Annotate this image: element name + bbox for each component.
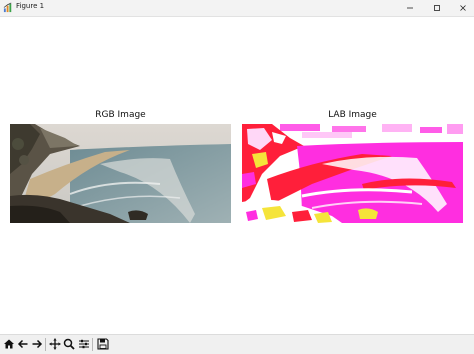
configure-subplots-button[interactable] bbox=[77, 336, 91, 352]
toolbar-separator bbox=[45, 338, 46, 351]
home-button[interactable] bbox=[2, 336, 16, 352]
window-title-bar[interactable]: Figure 1 bbox=[0, 0, 474, 17]
zoom-button[interactable] bbox=[62, 336, 76, 352]
lab-image bbox=[242, 124, 463, 223]
minimize-icon bbox=[407, 7, 413, 9]
rgb-image bbox=[10, 124, 231, 223]
home-icon bbox=[4, 339, 14, 349]
pan-button[interactable] bbox=[48, 336, 62, 352]
forward-button[interactable] bbox=[30, 336, 44, 352]
maximize-button[interactable] bbox=[426, 0, 448, 16]
app-icon bbox=[3, 2, 12, 13]
close-button[interactable] bbox=[452, 0, 474, 16]
close-icon bbox=[460, 5, 466, 11]
zoom-icon bbox=[63, 338, 75, 350]
save-button[interactable] bbox=[96, 336, 110, 352]
toolbar-separator bbox=[92, 338, 93, 351]
back-button[interactable] bbox=[16, 336, 30, 352]
figure-canvas[interactable]: RGB Image LAB Image bbox=[0, 17, 474, 334]
forward-arrow-icon bbox=[32, 339, 43, 349]
configure-subplots-icon bbox=[79, 339, 89, 349]
window-title: Figure 1 bbox=[16, 2, 45, 10]
rgb-axes-title: RGB Image bbox=[95, 110, 146, 120]
pan-icon bbox=[49, 338, 61, 350]
lab-axes-title: LAB Image bbox=[328, 110, 377, 120]
back-arrow-icon bbox=[17, 339, 28, 349]
save-icon bbox=[97, 338, 109, 350]
navigation-toolbar bbox=[0, 334, 474, 354]
minimize-button[interactable] bbox=[399, 0, 421, 16]
maximize-icon bbox=[434, 5, 440, 11]
